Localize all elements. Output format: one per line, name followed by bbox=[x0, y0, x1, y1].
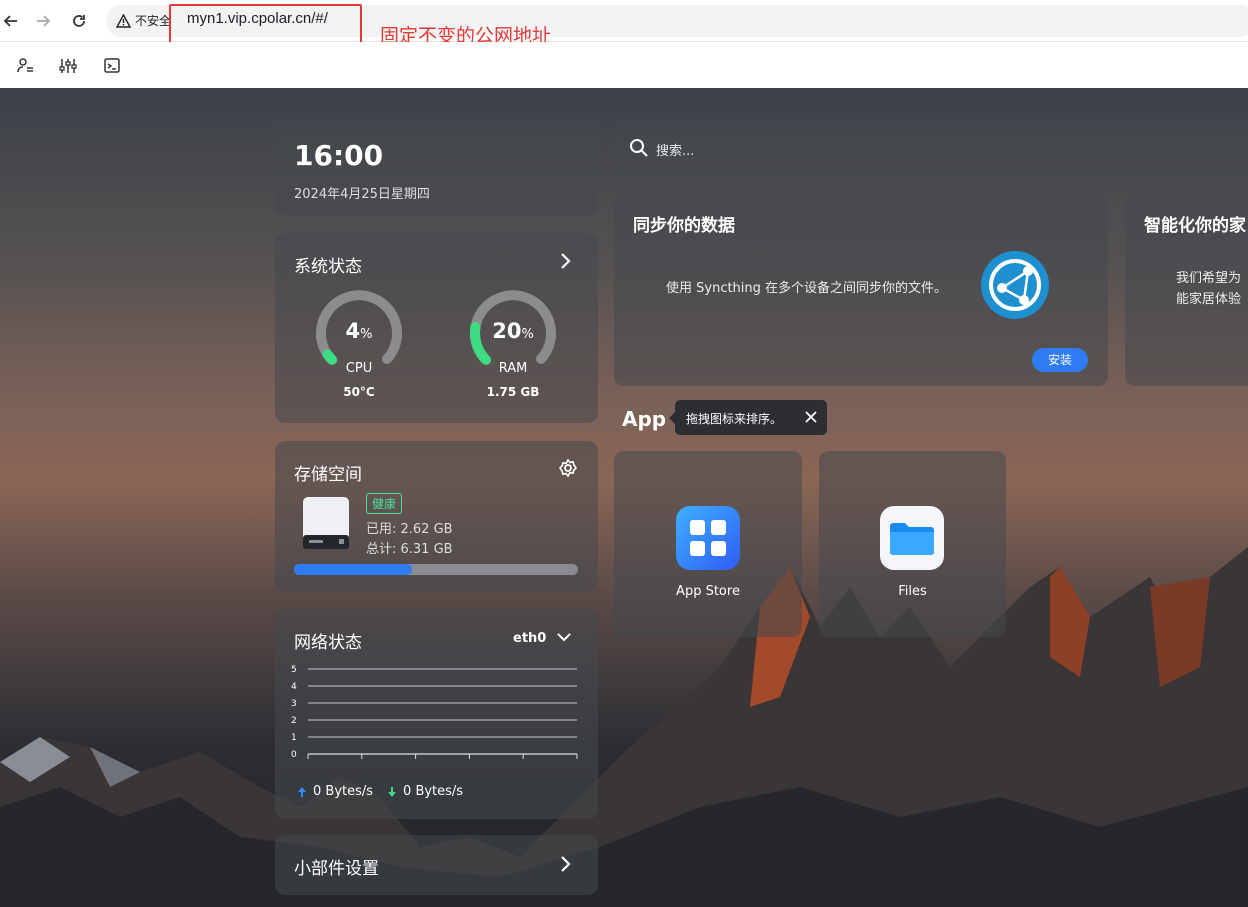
clock-time: 16:00 bbox=[294, 139, 384, 172]
terminal-icon[interactable] bbox=[102, 56, 122, 76]
y-tick-label: 5 bbox=[291, 665, 297, 675]
forward-button[interactable] bbox=[32, 10, 54, 32]
tooltip-text: 拖拽图标来排序。 bbox=[686, 412, 783, 426]
app-label: Files bbox=[898, 584, 927, 599]
ram-unit: % bbox=[521, 327, 534, 342]
smart-home-text-1: 我们希望为 bbox=[1176, 271, 1242, 286]
smart-home-text-2: 能家居体验 bbox=[1176, 292, 1242, 307]
drag-tooltip: 拖拽图标来排序。 bbox=[669, 400, 827, 435]
app-section-title: App bbox=[622, 407, 667, 431]
system-status-title: 系统状态 bbox=[294, 257, 362, 277]
arrow-down-icon bbox=[388, 786, 397, 797]
syncthing-text: 使用 Syncthing 在多个设备之间同步你的文件。 bbox=[666, 281, 948, 296]
system-status-widget: 系统状态 4% CPU 50°C 20% RAM 1.75 GB bbox=[275, 233, 598, 423]
storage-widget: 存储空间 健康 已用: 2.62 GB 总计: 6.31 GB bbox=[275, 441, 598, 591]
network-chart: 5 4 3 2 1 0 bbox=[291, 665, 578, 760]
app-label: App Store bbox=[676, 584, 740, 599]
app-tile-files[interactable]: Files bbox=[819, 451, 1006, 637]
reload-icon bbox=[73, 15, 85, 27]
widget-settings-button[interactable]: 小部件设置 bbox=[275, 835, 598, 895]
search-bar[interactable]: 搜索... bbox=[614, 121, 1248, 177]
syncthing-logo-icon bbox=[980, 250, 1050, 320]
clock-date: 2024年4月25日星期四 bbox=[294, 187, 430, 202]
warning-icon bbox=[116, 13, 131, 28]
download-speed: 0 Bytes/s bbox=[403, 784, 464, 799]
syncthing-card: 同步你的数据 使用 Syncthing 在多个设备之间同步你的文件。 安装 bbox=[614, 193, 1108, 386]
clock-widget: 16:00 2024年4月25日星期四 bbox=[275, 121, 598, 215]
tooltip-arrow bbox=[669, 412, 675, 424]
cpu-label: CPU bbox=[345, 361, 373, 376]
drive-icon bbox=[301, 495, 351, 551]
chevron-right-icon bbox=[561, 253, 571, 269]
security-label: 不安全 bbox=[135, 14, 172, 28]
cpu-unit: % bbox=[360, 327, 373, 342]
storage-used: 已用: 2.62 GB bbox=[366, 522, 453, 537]
ram-used: 1.75 GB bbox=[486, 385, 540, 399]
cpu-value: 4 bbox=[345, 319, 361, 343]
extension-toolbar bbox=[0, 42, 1248, 88]
widget-settings-title: 小部件设置 bbox=[294, 859, 379, 879]
sliders-icon[interactable] bbox=[58, 56, 78, 76]
back-button[interactable] bbox=[0, 10, 22, 32]
arrow-right-icon bbox=[37, 15, 51, 27]
arrow-up-icon bbox=[298, 786, 306, 797]
syncthing-title: 同步你的数据 bbox=[633, 216, 735, 236]
storage-progress-fill bbox=[294, 564, 412, 575]
network-title: 网络状态 bbox=[294, 633, 362, 653]
close-icon[interactable] bbox=[805, 411, 817, 423]
arrow-left-icon bbox=[3, 15, 17, 27]
app-store-icon bbox=[676, 506, 740, 570]
y-tick-label: 4 bbox=[291, 682, 297, 692]
y-tick-label: 2 bbox=[291, 716, 297, 726]
system-status-expand-button[interactable] bbox=[559, 251, 573, 275]
search-icon bbox=[630, 139, 648, 157]
network-interface-dropdown[interactable] bbox=[555, 629, 573, 648]
smart-home-title: 智能化你的家 bbox=[1144, 216, 1246, 236]
search-input[interactable]: 搜索... bbox=[656, 140, 694, 159]
chevron-down-icon bbox=[557, 633, 571, 642]
app-tile-appstore[interactable]: App Store bbox=[614, 451, 802, 637]
y-tick-label: 3 bbox=[291, 699, 297, 709]
storage-title: 存储空间 bbox=[294, 465, 362, 485]
security-indicator[interactable]: 不安全 bbox=[116, 12, 171, 29]
health-badge: 健康 bbox=[366, 493, 403, 514]
gear-icon bbox=[558, 458, 578, 478]
reload-button[interactable] bbox=[68, 10, 90, 32]
ram-label: RAM bbox=[498, 361, 528, 376]
y-tick-label: 0 bbox=[291, 750, 297, 760]
chevron-right-icon bbox=[561, 856, 571, 872]
storage-settings-button[interactable] bbox=[558, 458, 578, 482]
ram-value: 20 bbox=[492, 319, 522, 343]
network-interface-select[interactable]: eth0 bbox=[513, 631, 546, 646]
upload-speed: 0 Bytes/s bbox=[313, 784, 374, 799]
install-button[interactable]: 安装 bbox=[1032, 348, 1088, 372]
desktop-background: 16:00 2024年4月25日星期四 系统状态 4% CPU 50°C 20%… bbox=[0, 88, 1248, 907]
files-folder-icon bbox=[880, 506, 944, 570]
smart-home-card: 智能化你的家 我们希望为 能家居体验 bbox=[1125, 193, 1248, 386]
network-widget: 网络状态 eth0 5 4 3 2 1 0 0 Bytes/s 0 Bytes/s bbox=[275, 609, 598, 819]
storage-total: 总计: 6.31 GB bbox=[366, 542, 453, 557]
y-tick-label: 1 bbox=[291, 733, 297, 743]
user-list-icon[interactable] bbox=[15, 56, 35, 76]
cpu-temp: 50°C bbox=[343, 385, 375, 399]
